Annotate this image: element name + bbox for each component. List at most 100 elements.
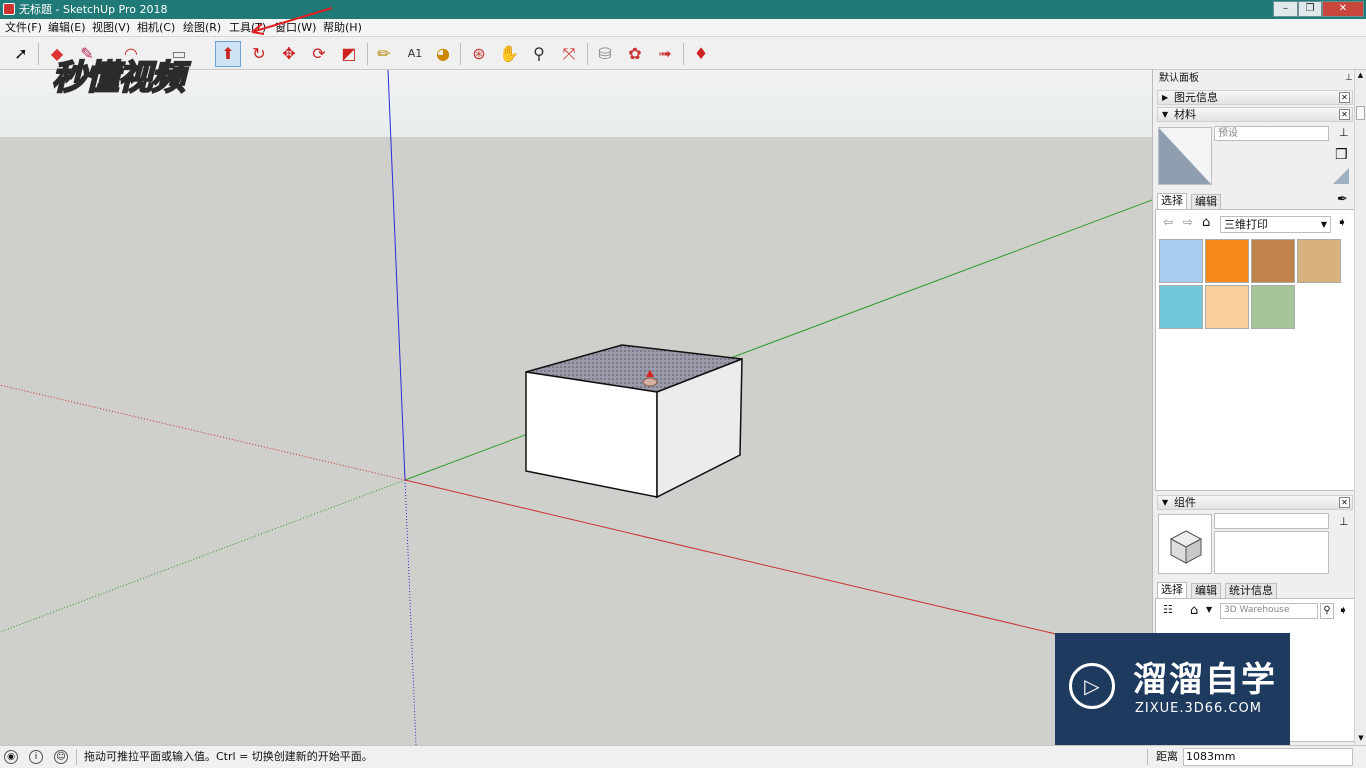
drawing-viewport[interactable]	[0, 70, 1152, 745]
main-toolbar: ➚ ◆ ✎ ◠ ▭ ⬆ ↻ ✥ ⟳ ◩ ✏ A1 ◕ ⊛ ✋ ⚲ ⤧ ⛁ ✿ ➟…	[0, 37, 1366, 70]
material-library-select[interactable]: 三维打印 ▼	[1220, 216, 1331, 233]
status-hint: 拖动可推拉平面或输入值。Ctrl = 切换创建新的开始平面。	[84, 750, 373, 763]
search-icon[interactable]: ⚲	[1320, 603, 1334, 619]
view-options-icon[interactable]: ☷	[1163, 603, 1173, 616]
info-icon[interactable]: i	[29, 750, 43, 764]
status-divider	[76, 749, 77, 765]
red-arrow-annotation	[251, 7, 333, 35]
toolbar-separator	[367, 43, 368, 65]
maximize-button[interactable]: ❐	[1298, 1, 1322, 17]
close-icon[interactable]: ✕	[1339, 92, 1350, 103]
component-name-field[interactable]	[1214, 513, 1329, 529]
warehouse-icon[interactable]: ⛁	[592, 41, 618, 67]
collapse-icon: ▼	[1162, 110, 1169, 119]
status-divider	[1147, 749, 1148, 765]
components-label: 组件	[1174, 496, 1196, 509]
pin-icon[interactable]: ⊥	[1345, 73, 1353, 83]
text-icon[interactable]: A1	[402, 41, 428, 67]
components-header[interactable]: ▼ 组件 ✕	[1157, 495, 1353, 510]
scale-icon[interactable]: ◩	[336, 41, 362, 67]
pan-icon[interactable]: ✋	[496, 41, 522, 67]
components-tab-stats[interactable]: 统计信息	[1225, 583, 1277, 599]
home-icon[interactable]: ⌂	[1202, 215, 1210, 230]
scroll-thumb[interactable]	[1356, 106, 1365, 120]
play-logo-icon: ▷	[1069, 663, 1115, 709]
zoom-icon[interactable]: ⚲	[526, 41, 552, 67]
red-axis	[404, 479, 1061, 636]
zoom-extents-icon[interactable]: ⤧	[556, 41, 582, 67]
material-swatch[interactable]	[1251, 239, 1295, 283]
entity-info-label: 图元信息	[1174, 91, 1218, 104]
materials-tab-select[interactable]: 选择	[1157, 193, 1187, 209]
chevron-down-icon[interactable]: ▼	[1206, 605, 1212, 614]
orbit-icon[interactable]: ⊛	[466, 41, 492, 67]
material-swatch[interactable]	[1205, 239, 1249, 283]
menu-file[interactable]: 文件(F)	[5, 21, 42, 35]
details-arrow-icon[interactable]: ➧	[1337, 215, 1347, 229]
measurements-box[interactable]: 1083mm	[1183, 748, 1353, 766]
menu-camera[interactable]: 相机(C)	[137, 21, 175, 35]
user-icon[interactable]: ☺	[54, 750, 68, 764]
material-swatch[interactable]	[1297, 239, 1341, 283]
materials-tab-edit[interactable]: 编辑	[1191, 194, 1221, 210]
extension-warehouse-icon[interactable]: ✿	[622, 41, 648, 67]
scroll-down-icon[interactable]: ▼	[1355, 733, 1366, 743]
details-arrow-icon[interactable]: ➧	[1338, 603, 1348, 617]
watermark-name: 溜溜自学	[1133, 660, 1277, 700]
create-material-icon[interactable]: ❒	[1335, 147, 1348, 163]
home-icon[interactable]: ⌂	[1190, 603, 1198, 618]
component-description-field[interactable]	[1214, 531, 1329, 574]
rotate-icon[interactable]: ⟳	[306, 41, 332, 67]
select-icon[interactable]: ➚	[8, 41, 34, 67]
chevron-down-icon: ▼	[1320, 220, 1327, 229]
paint-bucket-icon[interactable]: ◕	[430, 41, 456, 67]
tape-measure-icon[interactable]: ✏	[371, 41, 397, 67]
entity-info-header[interactable]: ▶ 图元信息 ✕	[1157, 90, 1353, 105]
pin-icon[interactable]: ⊥	[1339, 126, 1349, 139]
ruby-icon[interactable]: ♦	[688, 41, 714, 67]
default-material-icon[interactable]	[1333, 168, 1349, 184]
menu-view[interactable]: 视图(V)	[92, 21, 130, 35]
components-tab-edit[interactable]: 编辑	[1191, 583, 1221, 599]
push-pull-icon[interactable]: ⬆	[215, 41, 241, 67]
toolbar-separator	[587, 43, 588, 65]
tray-spacer	[1154, 165, 1163, 175]
watermark-url: ZIXUE.3D66.COM	[1135, 701, 1262, 716]
menu-draw[interactable]: 绘图(R)	[183, 21, 221, 35]
back-arrow-icon[interactable]: ⇦	[1163, 215, 1173, 229]
material-preview	[1158, 127, 1212, 185]
red-axis-negative	[0, 384, 406, 481]
move-icon[interactable]: ✥	[276, 41, 302, 67]
sketchup-app-icon	[3, 3, 15, 15]
close-icon[interactable]: ✕	[1339, 497, 1350, 508]
green-axis-negative	[0, 479, 406, 633]
menu-edit[interactable]: 编辑(E)	[48, 21, 86, 35]
tray-title: 默认面板	[1159, 73, 1199, 84]
close-icon[interactable]: ✕	[1339, 109, 1350, 120]
material-swatch[interactable]	[1159, 239, 1203, 283]
material-swatch[interactable]	[1159, 285, 1203, 329]
toolbar-separator	[38, 43, 39, 65]
minimize-button[interactable]: –	[1273, 1, 1298, 17]
blue-axis-negative	[404, 479, 417, 745]
components-tab-select[interactable]: 选择	[1157, 582, 1187, 598]
geolocation-icon[interactable]: ◉	[4, 750, 18, 764]
model-scene	[0, 70, 1152, 745]
close-button[interactable]: ✕	[1322, 1, 1364, 17]
box-front-face	[525, 371, 658, 498]
send-to-layout-icon[interactable]: ➟	[652, 41, 678, 67]
title-bar: 无标题 - SketchUp Pro 2018 – ❐ ✕	[0, 0, 1366, 19]
material-swatch[interactable]	[1251, 285, 1295, 329]
forward-arrow-icon[interactable]: ⇨	[1183, 215, 1193, 229]
material-swatch[interactable]	[1205, 285, 1249, 329]
pin-icon[interactable]: ⊥	[1339, 515, 1349, 528]
materials-header[interactable]: ▼ 材料 ✕	[1157, 107, 1353, 122]
measurements-value: 1083mm	[1186, 750, 1236, 763]
follow-me-icon[interactable]: ↻	[246, 41, 272, 67]
warehouse-search-input[interactable]: 3D Warehouse	[1220, 603, 1318, 619]
tray-scrollbar[interactable]: ▲ ▼	[1354, 70, 1366, 745]
material-name-field[interactable]: 预设	[1214, 126, 1329, 141]
library-name: 三维打印	[1224, 218, 1268, 231]
scroll-up-icon[interactable]: ▲	[1355, 70, 1366, 80]
eyedropper-icon[interactable]: ✒	[1337, 192, 1348, 207]
